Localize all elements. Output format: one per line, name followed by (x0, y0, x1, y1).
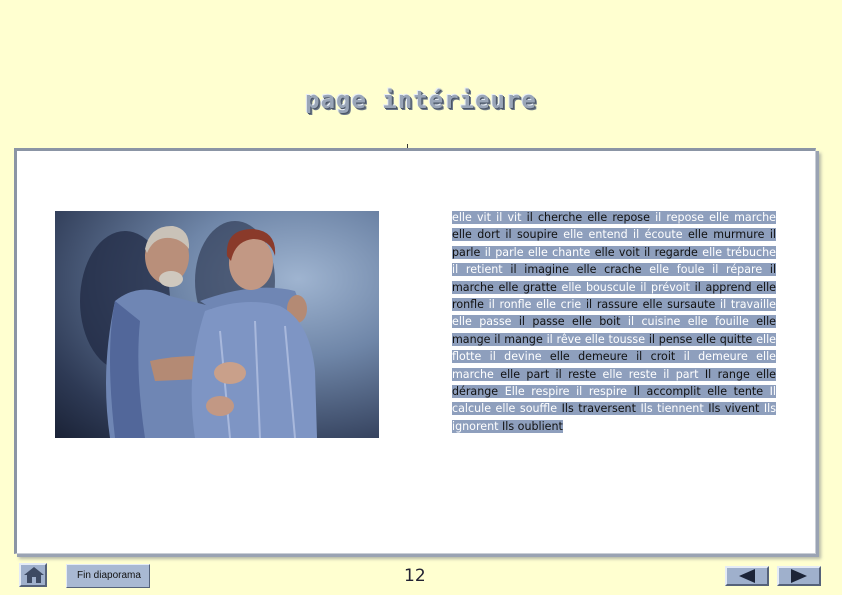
poem-phrase: il rassure elle sursaute (585, 298, 720, 312)
poem-phrase: elle bouscule il prévoit (561, 280, 695, 294)
couple-photo (55, 211, 379, 438)
poem-phrase: il cuisine elle fouille (627, 315, 757, 329)
poem-phrase: elle vit il vit (452, 211, 527, 224)
previous-slide-button[interactable] (725, 566, 769, 586)
poem-phrase: elle foule il répare (649, 263, 770, 277)
triangle-right-icon (791, 569, 807, 583)
page-number: 12 (404, 566, 426, 586)
next-slide-button[interactable] (777, 566, 821, 586)
poem-phrase: elle dort il soupire (452, 228, 564, 242)
poem-phrase: Il accomplit elle tente (633, 385, 770, 399)
page-title: page intérieure (305, 86, 537, 114)
poem-phrase: Ils vivent (708, 402, 764, 416)
poem-phrase: elle voit il regarde (594, 245, 703, 259)
home-button[interactable] (19, 563, 47, 587)
poem-phrase: Elle respire il respire (504, 385, 634, 399)
poem-text: elle vit il vit il cherche elle repose i… (452, 209, 777, 435)
poem-phrase: Ils traversent (561, 402, 641, 416)
poem-phrase: elle entend il écoute (563, 228, 688, 242)
poem-phrase: il pense elle quitte (648, 332, 757, 346)
couple-illustration (80, 221, 317, 438)
poem-phrase: il rêve elle tousse (546, 332, 649, 346)
poem-phrase: Ils oublient (502, 419, 563, 433)
poem-phrase: elle demeure il croit (549, 350, 684, 364)
poem-phrase: elle part il reste (500, 367, 603, 381)
home-icon (24, 567, 44, 583)
poem-phrase: il repose elle marche (655, 211, 776, 224)
triangle-left-icon (739, 569, 755, 583)
poem-phrase: il cherche elle repose (526, 211, 656, 224)
poem-phrase: il imagine elle crache (510, 263, 650, 277)
poem-phrase: il ronfle elle crie (488, 298, 586, 312)
end-slideshow-button[interactable]: Fin diaporama (66, 564, 150, 588)
poem-phrase: il passe elle boit (518, 315, 628, 329)
poem-phrase: il parle elle chante (484, 245, 595, 259)
poem-phrase: elle reste il part (602, 367, 705, 381)
poem-phrase: Ils tiennent (640, 402, 709, 416)
